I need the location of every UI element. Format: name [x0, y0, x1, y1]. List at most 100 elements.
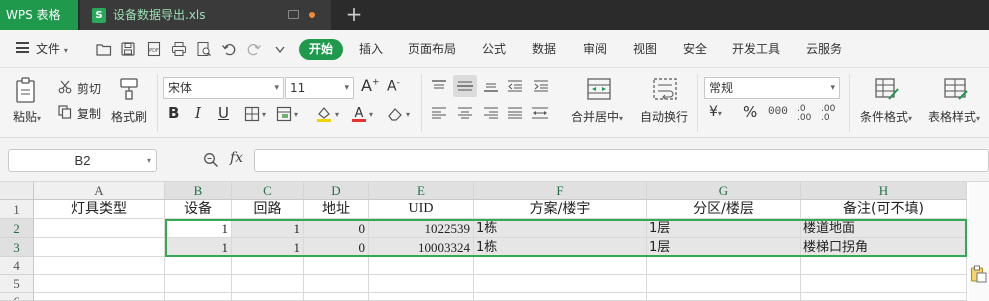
cell-c2[interactable]: 1 [232, 219, 304, 238]
tab-review[interactable]: 审阅 [583, 39, 607, 60]
empty-cell[interactable] [801, 275, 967, 293]
file-menu[interactable]: 文件 ▾ [36, 39, 68, 60]
empty-cell[interactable] [34, 257, 165, 275]
new-tab-button[interactable]: + [343, 0, 365, 30]
tab-insert[interactable]: 插入 [359, 39, 383, 60]
row-header-6[interactable]: 6 [0, 293, 34, 301]
select-all-corner[interactable] [0, 182, 34, 200]
document-tab[interactable]: S 设备数据导出.xls [80, 0, 331, 30]
cell-e1[interactable]: UID [369, 200, 474, 219]
number-format-dropdown[interactable]: 常规 ▾ [704, 77, 840, 99]
table-style-button[interactable]: 表格样式▾ [928, 108, 980, 125]
borders-icon[interactable] [244, 106, 260, 122]
row-header-2[interactable]: 2 [0, 219, 34, 238]
empty-cell[interactable] [165, 257, 232, 275]
bold-icon[interactable]: B [168, 104, 179, 122]
distributed-align-icon[interactable] [531, 106, 549, 120]
cell-a1[interactable]: 灯具类型 [34, 200, 165, 219]
print-icon[interactable] [171, 41, 187, 57]
decrease-decimal-icon[interactable]: .00.0 [821, 105, 835, 123]
row-header-3[interactable]: 3 [0, 238, 34, 257]
open-folder-icon[interactable] [96, 41, 112, 57]
cell-e2[interactable]: 1022539 [369, 219, 474, 238]
increase-indent-icon[interactable] [533, 79, 549, 93]
column-header-c[interactable]: C [232, 182, 304, 200]
merge-center-icon[interactable] [586, 77, 612, 101]
tab-cloud-services[interactable]: 云服务 [806, 39, 842, 60]
align-left-icon[interactable] [431, 106, 447, 120]
decrease-indent-icon[interactable] [507, 79, 523, 93]
align-bottom-icon[interactable] [483, 79, 499, 93]
function-icon[interactable]: fx [230, 150, 243, 166]
tab-page-layout[interactable]: 页面布局 [408, 39, 456, 60]
align-top-icon[interactable] [431, 79, 447, 93]
tab-security[interactable]: 安全 [683, 39, 707, 60]
tab-developer[interactable]: 开发工具 [732, 39, 780, 60]
tab-data[interactable]: 数据 [532, 39, 556, 60]
column-header-d[interactable]: D [304, 182, 369, 200]
customize-toolbar-icon[interactable] [272, 41, 288, 57]
cell-e3[interactable]: 10003324 [369, 238, 474, 257]
column-header-e[interactable]: E [369, 182, 474, 200]
italic-icon[interactable]: I [195, 104, 201, 122]
empty-cell[interactable] [801, 293, 967, 301]
screen-icon[interactable] [288, 10, 299, 19]
paste-button[interactable]: 粘贴▾ [13, 108, 41, 125]
currency-icon[interactable]: ¥▾ [709, 104, 722, 120]
zoom-search-icon[interactable] [203, 152, 219, 168]
empty-cell[interactable] [34, 275, 165, 293]
cell-h1[interactable]: 备注(可不填) [801, 200, 967, 219]
justify-icon[interactable] [507, 106, 523, 120]
empty-cell[interactable] [165, 275, 232, 293]
format-painter-button[interactable]: 格式刷 [111, 108, 147, 125]
format-painter-icon[interactable] [118, 77, 140, 101]
empty-cell[interactable] [647, 275, 801, 293]
cell-h3[interactable]: 楼梯口拐角 [801, 238, 967, 257]
empty-cell[interactable] [369, 257, 474, 275]
empty-cell[interactable] [369, 293, 474, 301]
row-header-4[interactable]: 4 [0, 257, 34, 275]
decrease-font-icon[interactable]: A- [387, 78, 400, 95]
fill-color-caret[interactable]: ▾ [335, 110, 339, 119]
empty-cell[interactable] [232, 275, 304, 293]
empty-cell[interactable] [801, 257, 967, 275]
cell-style-icon[interactable] [276, 106, 292, 122]
tab-formulas[interactable]: 公式 [482, 39, 506, 60]
merge-center-button[interactable]: 合并居中▾ [571, 108, 623, 125]
print-preview-icon[interactable] [196, 41, 212, 57]
cell-b2[interactable]: 1 [165, 219, 232, 238]
empty-cell[interactable] [647, 293, 801, 301]
cut-button[interactable]: 剪切 [77, 80, 101, 97]
cell-f3[interactable]: 1栋 [474, 238, 647, 257]
percent-icon[interactable]: % [743, 103, 757, 121]
redo-icon[interactable] [246, 41, 262, 57]
increase-font-icon[interactable]: A+ [361, 76, 380, 95]
clear-format-caret[interactable]: ▾ [406, 110, 410, 119]
hamburger-icon[interactable] [16, 42, 29, 53]
underline-icon[interactable]: U [218, 104, 229, 122]
column-header-h[interactable]: H [801, 182, 967, 200]
borders-caret[interactable]: ▾ [262, 110, 266, 119]
app-tab[interactable]: WPS 表格 [0, 0, 78, 30]
row-header-1[interactable]: 1 [0, 200, 34, 219]
copy-button[interactable]: 复制 [77, 105, 101, 122]
tab-view[interactable]: 视图 [633, 39, 657, 60]
empty-cell[interactable] [304, 293, 369, 301]
thousands-separator-icon[interactable]: 000 [768, 106, 788, 118]
cell-g1[interactable]: 分区/楼层 [647, 200, 801, 219]
conditional-format-icon[interactable] [874, 77, 900, 101]
save-icon[interactable] [120, 41, 136, 57]
empty-cell[interactable] [304, 257, 369, 275]
wrap-text-button[interactable]: 自动换行 [640, 108, 688, 125]
empty-cell[interactable] [647, 257, 801, 275]
cell-g2[interactable]: 1层 [647, 219, 801, 238]
cell-c3[interactable]: 1 [232, 238, 304, 257]
name-box[interactable]: B2 ▾ [8, 149, 157, 172]
fill-color-icon[interactable] [315, 105, 333, 123]
empty-cell[interactable] [232, 293, 304, 301]
table-style-icon[interactable] [943, 77, 969, 101]
empty-cell[interactable] [369, 275, 474, 293]
cell-d2[interactable]: 0 [304, 219, 369, 238]
cell-h2[interactable]: 楼道地面 [801, 219, 967, 238]
paste-options-icon[interactable] [970, 265, 987, 283]
